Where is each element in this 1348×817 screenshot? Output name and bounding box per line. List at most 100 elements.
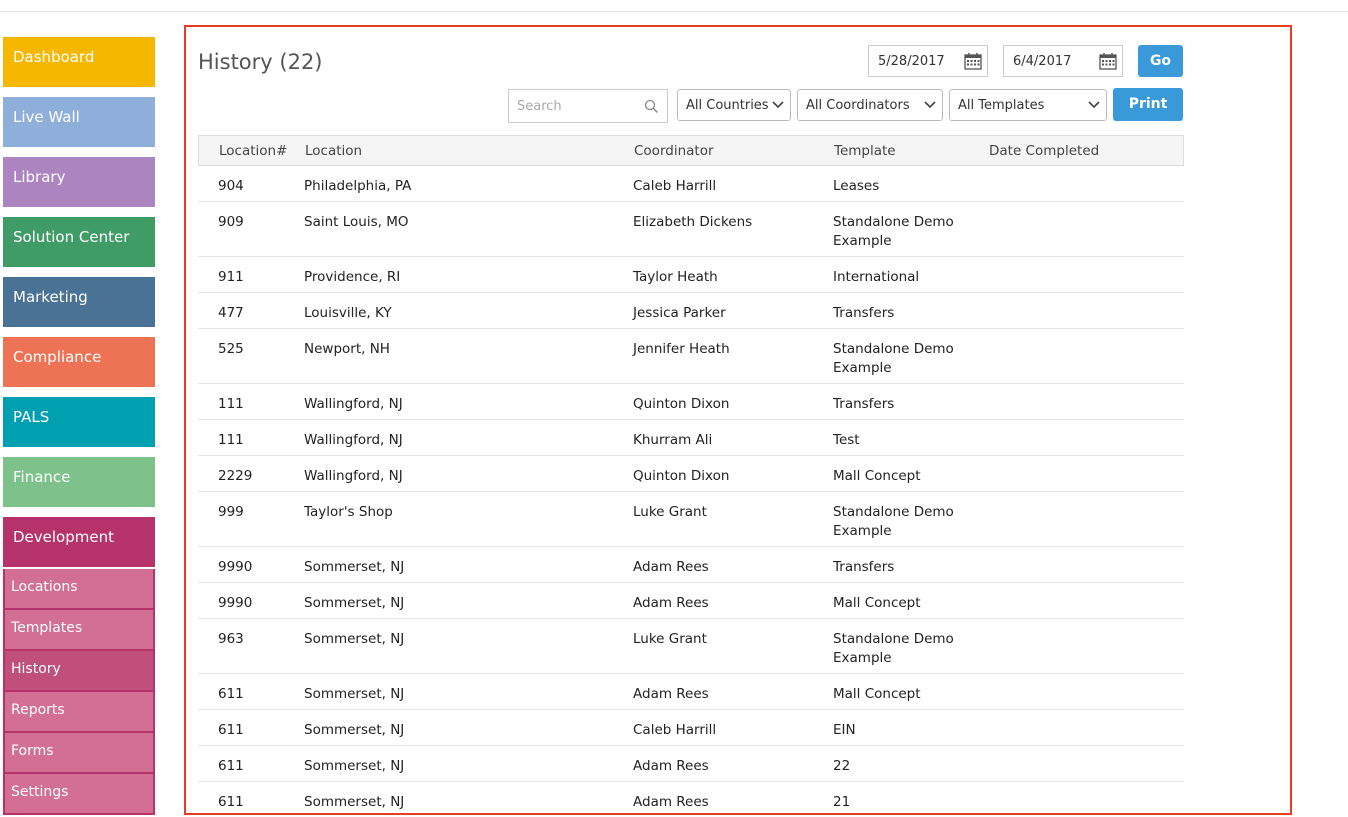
template-filter-value: All Templates — [958, 98, 1045, 113]
history-table: Location# Location Coordinator Template … — [198, 135, 1184, 813]
sidebar-item-finance[interactable]: Finance — [3, 457, 155, 507]
cell-coordinator: Adam Rees — [633, 559, 709, 575]
chevron-down-icon — [1088, 101, 1100, 109]
table-row[interactable]: 525 Newport, NH Jennifer Heath Standalone D… — [198, 329, 1184, 384]
sidebar-item-marketing[interactable]: Marketing — [3, 277, 155, 327]
table-row[interactable]: 611 Sommerset, NJ Caleb Harrill EIN — [198, 710, 1184, 746]
cell-template: Standalone Demo Example — [833, 504, 954, 539]
sidebar-item-solution-center[interactable]: Solution Center — [3, 217, 155, 267]
date-from-value: 5/28/2017 — [878, 54, 945, 69]
cell-template: Transfers — [833, 559, 895, 575]
table-row[interactable]: 477 Louisville, KY Jessica Parker Transfers — [198, 293, 1184, 329]
table-row[interactable]: 911 Providence, RI Taylor Heath Internation… — [198, 257, 1184, 293]
cell-num: 611 — [218, 758, 244, 774]
cell-num: 9990 — [218, 559, 253, 575]
header-location[interactable]: Location — [305, 143, 362, 159]
cell-num: 909 — [218, 214, 244, 230]
cell-template: Transfers — [833, 396, 895, 412]
table-row[interactable]: 611 Sommerset, NJ Adam Rees 21 — [198, 782, 1184, 813]
subnav-item-settings[interactable]: Settings — [5, 774, 153, 813]
cell-template: 22 — [833, 758, 851, 774]
subnav-item-forms[interactable]: Forms — [5, 733, 153, 772]
cell-location: Sommerset, NJ — [304, 559, 405, 575]
sidebar-item-live-wall[interactable]: Live Wall — [3, 97, 155, 147]
date-from-input[interactable]: 5/28/2017 — [868, 45, 988, 77]
subnav-item-locations[interactable]: Locations — [5, 569, 153, 608]
subnav-item-templates[interactable]: Templates — [5, 610, 153, 649]
date-to-value: 6/4/2017 — [1013, 54, 1072, 69]
table-row[interactable]: 909 Saint Louis, MO Elizabeth Dickens Stand… — [198, 202, 1184, 257]
cell-coordinator: Adam Rees — [633, 794, 709, 810]
cell-coordinator: Quinton Dixon — [633, 396, 730, 412]
page-title: History (22) — [198, 50, 323, 74]
cell-location: Sommerset, NJ — [304, 722, 405, 738]
cell-coordinator: Taylor Heath — [633, 269, 718, 285]
cell-coordinator: Elizabeth Dickens — [633, 214, 753, 230]
header-location-number[interactable]: Location# — [219, 143, 287, 159]
cell-coordinator: Adam Rees — [633, 595, 709, 611]
print-button[interactable]: Print — [1113, 88, 1183, 121]
table-row[interactable]: 9990 Sommerset, NJ Adam Rees Transfers — [198, 547, 1184, 583]
table-row[interactable]: 963 Sommerset, NJ Luke Grant Standalone Dem… — [198, 619, 1184, 674]
cell-location: Wallingford, NJ — [304, 396, 403, 412]
cell-location: Providence, RI — [304, 269, 401, 285]
country-filter[interactable]: All Countries — [677, 89, 791, 121]
date-to-input[interactable]: 6/4/2017 — [1003, 45, 1123, 77]
table-row[interactable]: 999 Taylor's Shop Luke Grant Standalone Dem… — [198, 492, 1184, 547]
sidebar-item-compliance[interactable]: Compliance — [3, 337, 155, 387]
table-row[interactable]: 111 Wallingford, NJ Quinton Dixon Transfers — [198, 384, 1184, 420]
sidebar-item-dashboard[interactable]: Dashboard — [3, 37, 155, 87]
chevron-down-icon — [772, 101, 784, 109]
cell-template: Mall Concept — [833, 468, 921, 484]
table-row[interactable]: 904 Philadelphia, PA Caleb Harrill Leases — [198, 166, 1184, 202]
table-row[interactable]: 2229 Wallingford, NJ Quinton Dixon Mall Con… — [198, 456, 1184, 492]
header-coordinator[interactable]: Coordinator — [634, 143, 714, 159]
search-icon[interactable] — [644, 99, 659, 114]
cell-num: 525 — [218, 341, 244, 357]
coordinator-filter[interactable]: All Coordinators — [797, 89, 943, 121]
cell-coordinator: Adam Rees — [633, 758, 709, 774]
cell-template: EIN — [833, 722, 856, 738]
cell-location: Wallingford, NJ — [304, 468, 403, 484]
cell-num: 477 — [218, 305, 244, 321]
go-button[interactable]: Go — [1138, 45, 1183, 77]
table-row[interactable]: 611 Sommerset, NJ Adam Rees 22 — [198, 746, 1184, 782]
table-row[interactable]: 9990 Sommerset, NJ Adam Rees Mall Concept — [198, 583, 1184, 619]
cell-num: 9990 — [218, 595, 253, 611]
template-filter[interactable]: All Templates — [949, 89, 1107, 121]
header-date-completed[interactable]: Date Completed — [989, 143, 1099, 159]
search-input[interactable] — [517, 91, 642, 121]
table-row[interactable]: 111 Wallingford, NJ Khurram Ali Test — [198, 420, 1184, 456]
cell-location: Newport, NH — [304, 341, 390, 357]
top-divider — [0, 11, 1348, 12]
cell-template: Standalone Demo Example — [833, 341, 954, 376]
calendar-icon[interactable] — [964, 52, 982, 70]
subnav-item-history[interactable]: History — [5, 651, 153, 690]
table-header: Location# Location Coordinator Template … — [198, 135, 1184, 166]
cell-num: 911 — [218, 269, 244, 285]
cell-num: 904 — [218, 178, 244, 194]
sidebar-item-library[interactable]: Library — [3, 157, 155, 207]
cell-location: Sommerset, NJ — [304, 631, 405, 647]
subnav-item-reports[interactable]: Reports — [5, 692, 153, 731]
development-subnav: Locations Templates History Reports Forms Set… — [3, 569, 155, 815]
cell-coordinator: Luke Grant — [633, 631, 707, 647]
history-panel: History (22) 5/28/2017 6/4/2017 Go Searc… — [184, 25, 1292, 815]
table-row[interactable]: 611 Sommerset, NJ Adam Rees Mall Concept — [198, 674, 1184, 710]
cell-coordinator: Caleb Harrill — [633, 722, 717, 738]
sidebar-item-pals[interactable]: PALS — [3, 397, 155, 447]
cell-coordinator: Caleb Harrill — [633, 178, 717, 194]
cell-num: 611 — [218, 794, 244, 810]
cell-num: 111 — [218, 432, 244, 448]
cell-coordinator: Luke Grant — [633, 504, 707, 520]
calendar-icon[interactable] — [1099, 52, 1117, 70]
cell-coordinator: Jennifer Heath — [633, 341, 730, 357]
cell-template: Standalone Demo Example — [833, 631, 954, 666]
cell-template: Mall Concept — [833, 686, 921, 702]
cell-location: Sommerset, NJ — [304, 758, 405, 774]
cell-location: Taylor's Shop — [304, 504, 393, 520]
cell-num: 611 — [218, 686, 244, 702]
sidebar-item-development[interactable]: Development — [3, 517, 155, 567]
header-template[interactable]: Template — [834, 143, 896, 159]
chevron-down-icon — [924, 101, 936, 109]
